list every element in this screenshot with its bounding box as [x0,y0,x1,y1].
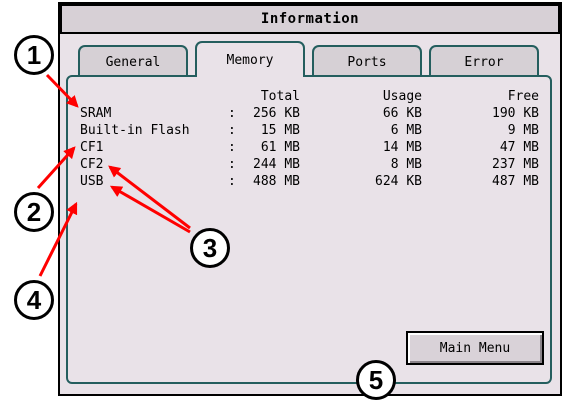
callout-arrows [36,73,191,277]
arrow-3a [108,165,191,230]
callout-2: 2 [14,192,54,232]
arrow-1 [45,73,79,108]
callout-4: 4 [14,280,54,320]
callout-3: 3 [190,228,230,268]
callout-1: 1 [14,35,54,75]
arrow-2 [36,146,76,190]
callout-5: 5 [356,360,396,400]
arrow-3b [109,185,191,234]
